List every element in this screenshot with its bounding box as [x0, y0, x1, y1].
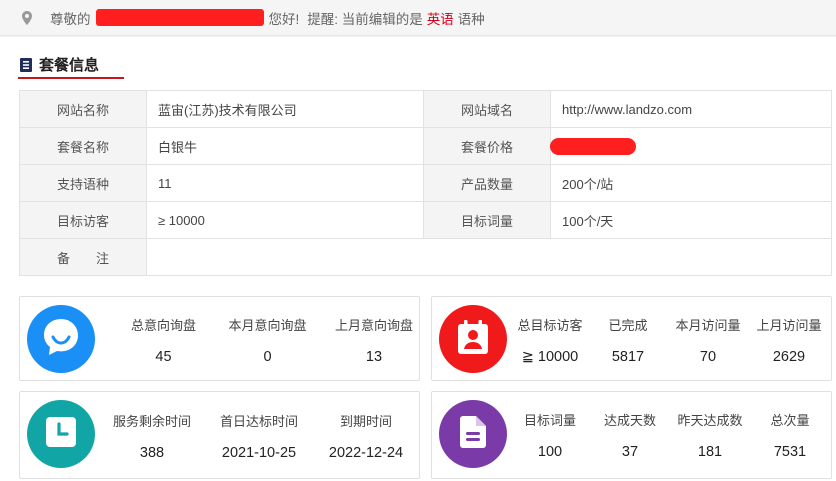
- stat-label: 到期时间: [339, 414, 392, 429]
- stat-value: 7531: [773, 443, 807, 460]
- remark-label: 备 注: [19, 238, 147, 276]
- stat-label: 总次量: [770, 412, 810, 428]
- stat-label: 本月意向询盘: [228, 317, 307, 333]
- stat-label: 已完成: [608, 317, 648, 333]
- remark-value: [146, 238, 832, 276]
- redacted-price: [550, 137, 636, 155]
- stat-item: 本月访问量 70: [668, 297, 748, 382]
- cell-label: 网站名称: [19, 90, 147, 128]
- greeting-bar: 尊敬的 您好! 提醒: 当前编辑的是 英语 语种: [0, 0, 836, 36]
- title-underline: [18, 77, 124, 79]
- contact-card-icon: [458, 319, 488, 359]
- keywords-circle: [439, 400, 507, 468]
- inquiry-values: 总意向询盘 45 本月意向询盘 0 上月意向询盘 13: [112, 297, 428, 382]
- cell-label: 套餐名称: [19, 127, 147, 165]
- greeting-prefix: 尊敬的: [50, 11, 91, 27]
- keywords-values: 目标词量 100 达成天数 37 昨天达成数 181 总次量 7531: [512, 392, 832, 477]
- stat-label: 上月访问量: [756, 317, 822, 333]
- table-row: 目标访客 ≥ 10000 目标词量 100个/天: [19, 201, 832, 239]
- section-title-text: 套餐信息: [39, 57, 100, 74]
- cell-value: http://www.landzo.com: [550, 90, 832, 128]
- stat-label: 总意向询盘: [130, 317, 196, 333]
- cell-label: 目标访客: [19, 201, 147, 239]
- clipboard-icon: [20, 57, 32, 72]
- stat-value: ≧ 10000: [521, 348, 579, 365]
- stat-value: 45: [155, 348, 172, 365]
- stat-label: 上月意向询盘: [334, 317, 413, 333]
- stat-item: 已完成 5817: [588, 297, 668, 382]
- stat-item: 昨天达成数 181: [672, 392, 748, 477]
- cell-value: 200个/站: [550, 164, 832, 202]
- table-row: 网站名称 蓝宙(江苏)技术有限公司 网站域名 http://www.landzo…: [19, 90, 832, 128]
- time-values: 服务剩余时间 388 首日达标时间 2021-10-25 到期时间 2022-12-2…: [102, 392, 416, 480]
- stat-value: 388: [139, 445, 165, 461]
- reminder-suffix: 语种: [457, 11, 485, 27]
- stat-value: 37: [621, 443, 639, 460]
- table-row: 备 注: [19, 238, 832, 276]
- stat-item: 上月访问量 2629: [748, 297, 830, 382]
- redacted-username: [95, 9, 264, 26]
- stat-label: 服务剩余时间: [112, 414, 191, 429]
- stat-item: 总次量 7531: [748, 392, 832, 477]
- stat-label: 首日达标时间: [219, 414, 298, 429]
- cell-value: 蓝宙(江苏)技术有限公司: [146, 90, 424, 128]
- stat-label: 总目标访客: [517, 317, 583, 333]
- inquiry-circle: [27, 305, 95, 373]
- cell-value: [550, 127, 832, 165]
- stat-value: 181: [697, 443, 723, 460]
- visitors-values: 总目标访客 ≧ 10000 已完成 5817 本月访问量 70 上月访问量 2629: [512, 297, 830, 382]
- cell-value: ≥ 10000: [146, 201, 424, 239]
- cell-value: 白银牛: [146, 127, 424, 165]
- stat-value: 2022-12-24: [328, 445, 404, 461]
- current-language[interactable]: 英语: [427, 8, 454, 28]
- cell-label: 产品数量: [423, 164, 551, 202]
- stat-item: 服务剩余时间 388: [102, 392, 202, 480]
- time-circle: [27, 400, 95, 468]
- clock-icon: [46, 416, 76, 452]
- stat-value: 100: [537, 443, 563, 460]
- greeting-suffix: 您好!: [268, 11, 300, 27]
- stat-item: 目标词量 100: [512, 392, 588, 477]
- stat-item: 总意向询盘 45: [112, 297, 215, 382]
- stat-label: 达成天数: [603, 412, 656, 428]
- visitors-circle: [439, 305, 507, 373]
- cell-label: 目标词量: [423, 201, 551, 239]
- stat-inquiry: 总意向询盘 45 本月意向询盘 0 上月意向询盘 13: [19, 296, 420, 381]
- cell-value: 100个/天: [550, 201, 832, 239]
- stat-item: 上月意向询盘 13: [320, 297, 428, 382]
- stat-item: 本月意向询盘 0: [215, 297, 320, 382]
- location-pin-icon: [22, 10, 32, 25]
- stat-keywords: 目标词量 100 达成天数 37 昨天达成数 181 总次量 7531: [431, 391, 832, 479]
- stat-item: 到期时间 2022-12-24: [316, 392, 416, 480]
- stat-value: 2021-10-25: [221, 445, 297, 461]
- stat-label: 本月访问量: [675, 317, 741, 333]
- stat-label: 昨天达成数: [677, 412, 743, 428]
- cell-value: 11: [146, 164, 424, 202]
- cell-label: 网站域名: [423, 90, 551, 128]
- section-title: 套餐信息: [20, 54, 99, 75]
- document-icon: [460, 415, 486, 453]
- table-row: 支持语种 11 产品数量 200个/站: [19, 164, 832, 202]
- cell-label: 套餐价格: [423, 127, 551, 165]
- table-row: 套餐名称 白银牛 套餐价格: [19, 127, 832, 165]
- stat-value: 2629: [772, 348, 806, 365]
- stat-label: 目标词量: [523, 412, 576, 428]
- stat-value: 13: [365, 348, 383, 365]
- stat-value: 0: [263, 348, 272, 365]
- stat-value: 70: [699, 348, 717, 365]
- stat-item: 首日达标时间 2021-10-25: [202, 392, 316, 480]
- package-info-table: 网站名称 蓝宙(江苏)技术有限公司 网站域名 http://www.landzo…: [19, 90, 832, 276]
- chat-bubble-icon: [42, 317, 80, 362]
- reminder-text: 提醒: 当前编辑的是: [307, 11, 423, 27]
- stat-visitors: 总目标访客 ≧ 10000 已完成 5817 本月访问量 70 上月访问量 2629: [431, 296, 832, 381]
- stat-item: 达成天数 37: [588, 392, 672, 477]
- cell-label: 支持语种: [19, 164, 147, 202]
- stat-time: 服务剩余时间 388 首日达标时间 2021-10-25 到期时间 2022-12-2…: [19, 391, 420, 479]
- stat-value: 5817: [611, 348, 645, 365]
- stat-item: 总目标访客 ≧ 10000: [512, 297, 588, 382]
